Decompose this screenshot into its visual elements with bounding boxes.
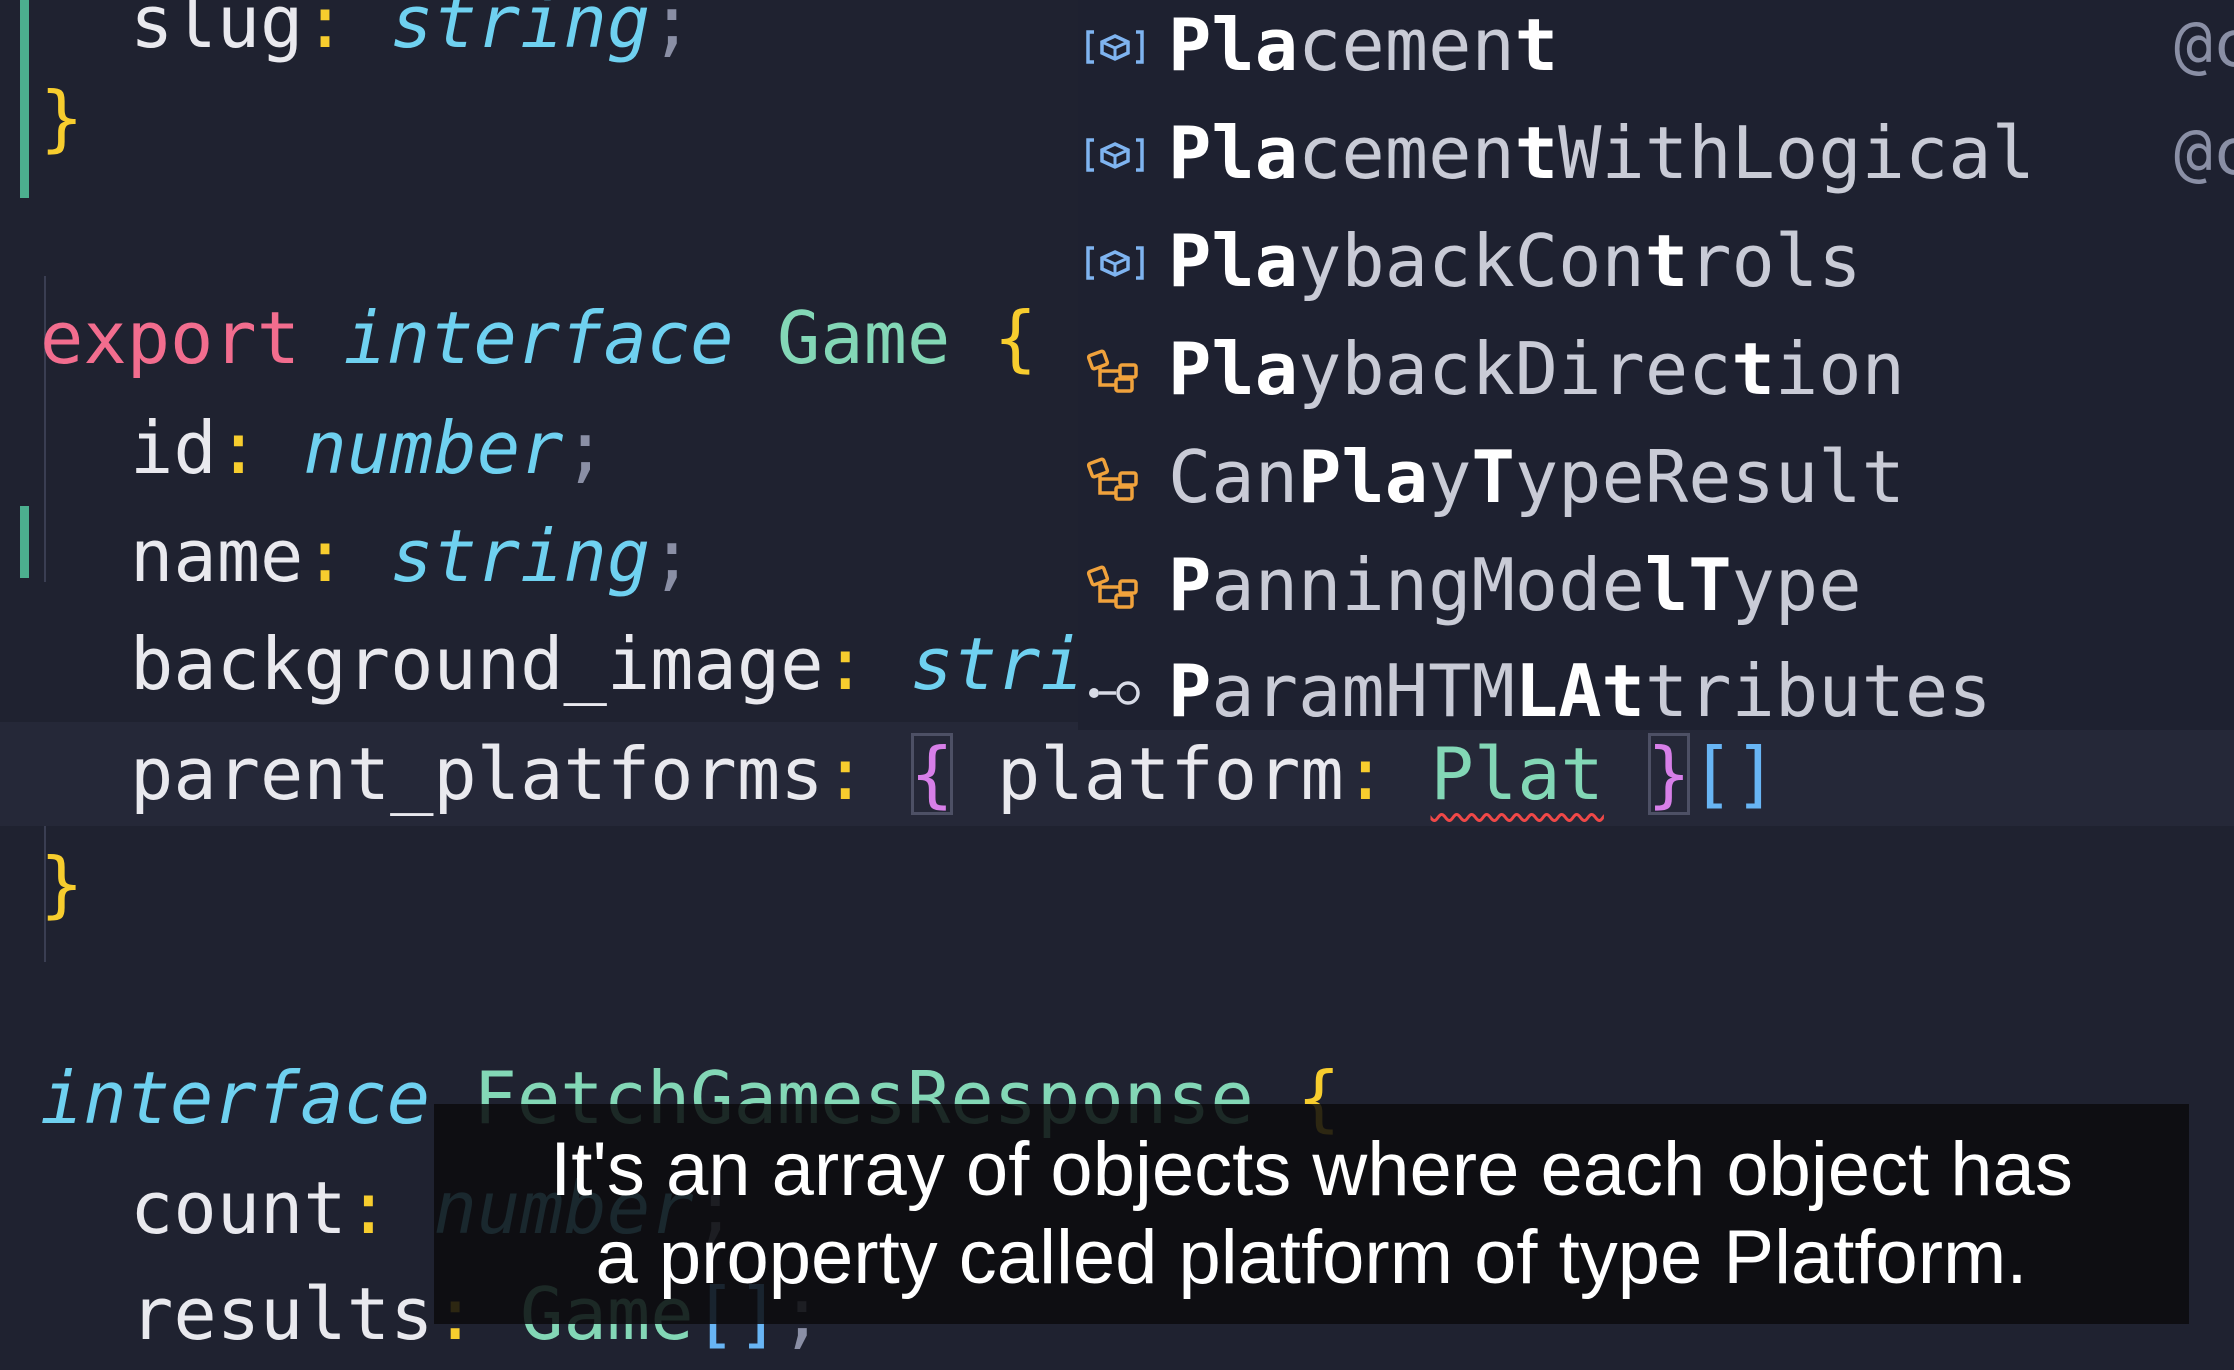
variable-icon [1086, 134, 1144, 176]
type-parameter-icon [1086, 349, 1144, 393]
suggestion-item[interactable]: PlaybackControls [1078, 206, 2234, 316]
code-line-name[interactable]: name: string; [40, 504, 694, 608]
suggestion-item[interactable]: PlacementWithLogical @c [1078, 98, 2234, 208]
suggestion-item[interactable]: CanPlayTypeResult [1078, 422, 2234, 532]
suggestion-label: CanPlayTypeResult [1168, 435, 1905, 519]
suggestion-label: PlaybackDirection [1168, 327, 1905, 411]
code-line-close-brace-1[interactable]: } [40, 66, 83, 170]
type-parameter-icon [1086, 565, 1144, 609]
autocomplete-widget[interactable]: Placement @c PlacementWithLogical @c Pla… [1078, 0, 2234, 733]
code-line-id[interactable]: id: number; [40, 396, 607, 500]
code-line-background-image[interactable]: background_image: stri [40, 612, 1084, 716]
suggestion-label: PlacementWithLogical [1168, 111, 2035, 195]
interface-icon [1086, 672, 1144, 714]
variable-icon [1086, 242, 1144, 284]
suggestion-label: PanningModelType [1168, 543, 1862, 627]
suggestion-label: PlaybackControls [1168, 219, 1862, 303]
suggestion-item[interactable]: PanningModelType [1078, 530, 2234, 640]
variable-icon [1086, 26, 1144, 68]
type-parameter-icon [1086, 457, 1144, 501]
suggestion-detail: @c [2174, 116, 2234, 190]
matched-brace-open: { [910, 732, 954, 816]
code-line-close-brace-2[interactable]: } [40, 832, 83, 936]
suggestion-detail: @c [2174, 8, 2234, 82]
subtitle-line-2: a property called platform of type Platf… [595, 1215, 2028, 1300]
subtitle-line-1: It's an array of objects where each obje… [550, 1127, 2073, 1212]
suggestion-item[interactable]: ParamHTMLAttributes [1078, 636, 2234, 746]
suggestion-label: Placement [1168, 3, 1559, 87]
video-subtitle: It's an array of objects where each obje… [434, 1104, 2189, 1324]
suggestion-item[interactable]: PlaybackDirection [1078, 314, 2234, 424]
suggestion-label: ParamHTMLAttributes [1168, 649, 1992, 733]
code-line-export-interface-game[interactable]: export interface Game { [40, 286, 1037, 390]
code-line-slug[interactable]: slug: string; [40, 0, 694, 74]
gutter-modified-indicator-current [20, 506, 29, 578]
suggestion-item[interactable]: Placement @c [1078, 0, 2234, 100]
gutter-modified-indicator-top [20, 0, 29, 198]
